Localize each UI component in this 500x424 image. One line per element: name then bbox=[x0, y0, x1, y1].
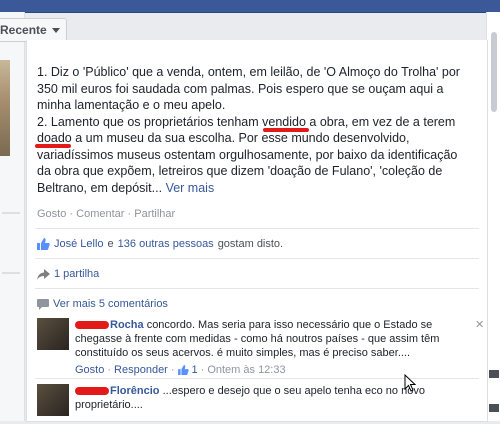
chevron-down-icon bbox=[52, 28, 60, 33]
liker-name-link[interactable]: José Lello bbox=[54, 238, 104, 250]
sort-dropdown[interactable]: Recente bbox=[0, 18, 67, 42]
redacted-name-mark bbox=[75, 387, 109, 396]
sidebar-divider bbox=[2, 212, 20, 214]
comment-reply-button[interactable]: Responder bbox=[114, 364, 168, 376]
scrollbar[interactable] bbox=[491, 32, 497, 112]
divider bbox=[35, 288, 479, 289]
separator: · bbox=[170, 364, 175, 376]
avatar[interactable] bbox=[37, 318, 69, 350]
separator: · bbox=[200, 364, 205, 376]
comment-bubble-icon bbox=[37, 298, 49, 310]
post-text: 1. Diz o 'Público' que a venda, ontem, e… bbox=[37, 64, 467, 196]
thumbs-up-icon bbox=[37, 238, 50, 250]
red-underline-mark bbox=[35, 144, 71, 148]
divider bbox=[35, 258, 479, 259]
comment-like-button[interactable]: Gosto bbox=[75, 364, 104, 376]
comment-author-link[interactable]: Florêncio bbox=[110, 385, 160, 397]
view-more-comments[interactable]: Ver mais 5 comentários bbox=[37, 298, 168, 310]
likers-others-link[interactable]: 136 outras pessoas bbox=[118, 238, 214, 250]
right-column-icon bbox=[489, 370, 499, 378]
right-column-icon bbox=[489, 404, 499, 412]
separator: · bbox=[69, 208, 74, 220]
comment-body: Rocha concordo. Mas seria para isso nece… bbox=[75, 318, 470, 360]
shares-count-label: 1 partilha bbox=[54, 268, 100, 280]
close-icon[interactable]: ✕ bbox=[475, 318, 484, 331]
red-underline-mark bbox=[263, 128, 309, 132]
like-button[interactable]: Gosto bbox=[37, 208, 66, 220]
comment-author-link[interactable]: Rocha bbox=[110, 319, 144, 331]
post-paragraph-1: 1. Diz o 'Público' que a venda, ontem, e… bbox=[37, 65, 460, 112]
share-arrow-icon bbox=[37, 268, 50, 280]
separator: · bbox=[127, 208, 132, 220]
likes-summary: José Lello e 136 outras pessoas gostam d… bbox=[37, 238, 283, 250]
top-navigation-bar bbox=[0, 0, 500, 13]
separator: · bbox=[107, 364, 112, 376]
comment-like-count[interactable]: 1 bbox=[192, 364, 198, 376]
left-sidebar bbox=[0, 12, 25, 421]
view-more-comments-label: Ver mais 5 comentários bbox=[53, 298, 168, 310]
right-column bbox=[486, 12, 500, 421]
comment-button[interactable]: Comentar bbox=[76, 208, 124, 220]
thumbs-up-icon bbox=[177, 365, 189, 375]
redacted-name-mark bbox=[75, 321, 109, 330]
likes-suffix: gostam disto. bbox=[217, 238, 284, 250]
post-actions: Gosto · Comentar · Partilhar bbox=[37, 208, 175, 220]
comment-timestamp[interactable]: Ontem às 12:33 bbox=[207, 364, 285, 376]
sort-dropdown-label: Recente bbox=[0, 23, 47, 37]
post-paragraph-2: 2. Lamento que os proprietários tenham v… bbox=[37, 114, 467, 197]
comment-meta: Gosto · Responder · 1 · Ontem às 12:33 bbox=[75, 364, 286, 376]
shares-link[interactable]: 1 partilha bbox=[37, 268, 99, 280]
share-button[interactable]: Partilhar bbox=[134, 208, 175, 220]
sidebar-divider bbox=[2, 272, 20, 274]
divider bbox=[35, 228, 479, 229]
sidebar-thumbnail[interactable] bbox=[0, 60, 10, 156]
post-paragraph-2-text: 2. Lamento que os proprietários tenham v… bbox=[37, 114, 458, 195]
see-more-link[interactable]: Ver mais bbox=[166, 181, 215, 195]
comment: Rocha concordo. Mas seria para isso nece… bbox=[37, 318, 484, 378]
post-card: 1. Diz o 'Público' que a venda, ontem, e… bbox=[26, 40, 488, 422]
avatar[interactable] bbox=[37, 384, 69, 416]
likes-conjunction: e bbox=[107, 238, 114, 250]
mouse-cursor-icon bbox=[404, 374, 416, 392]
